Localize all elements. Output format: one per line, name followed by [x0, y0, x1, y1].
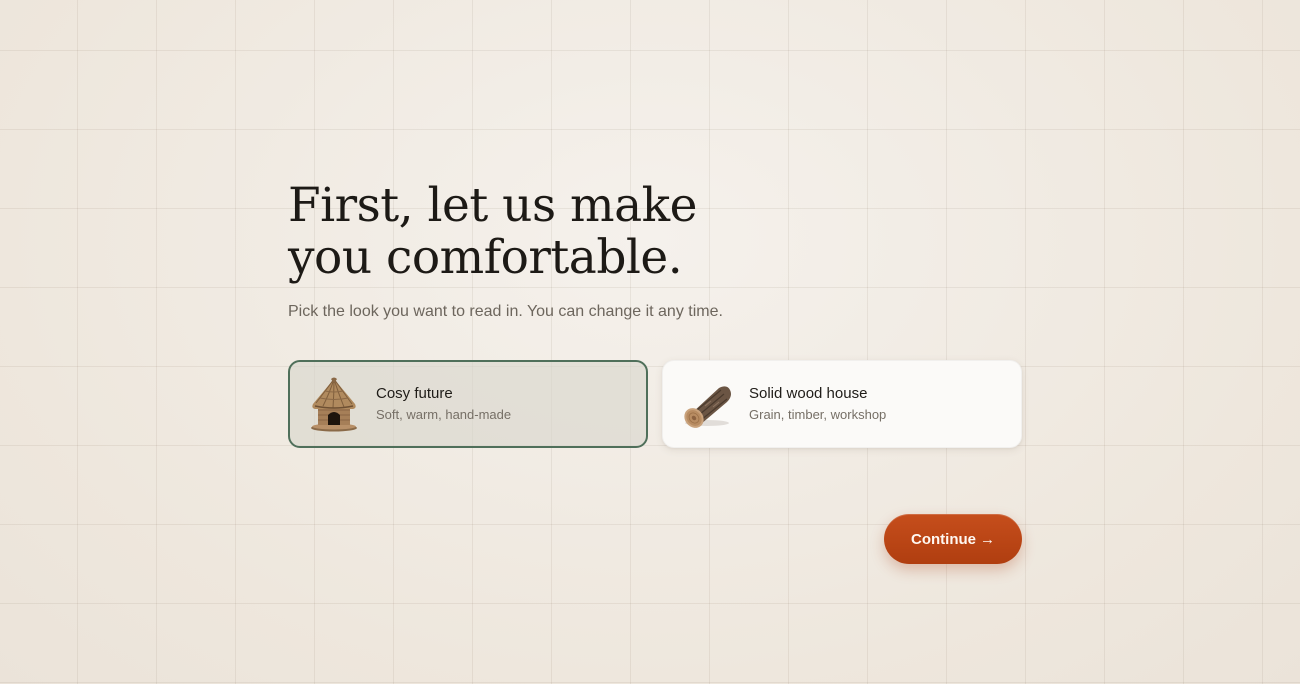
option-title: Cosy future: [376, 385, 453, 402]
option-title: Solid wood house: [749, 385, 868, 402]
onboarding-panel: First, let us make you comfortable. Pick…: [288, 180, 1022, 564]
option-description: Soft, warm, hand-made: [376, 407, 512, 422]
arrow-right-icon: →: [980, 530, 995, 548]
continue-button[interactable]: Continue →: [884, 514, 1022, 564]
theme-option-solid-wood-house[interactable]: Solid wood house Grain, timber, workshop: [662, 360, 1022, 448]
option-description: Grain, timber, workshop: [749, 407, 887, 422]
theme-option-cosy-future[interactable]: Cosy future Soft, warm, hand-made: [288, 360, 648, 448]
wood-log-icon: [679, 376, 735, 432]
page-subtitle: Pick the look you want to read in. You c…: [288, 303, 723, 320]
continue-label: Continue: [911, 530, 976, 548]
theme-options: Cosy future Soft, warm, hand-made Solid: [288, 360, 1022, 448]
page-title: First, let us make you comfortable.: [288, 178, 697, 285]
actions-row: Continue →: [288, 514, 1022, 564]
thatched-hut-icon: [306, 376, 362, 432]
